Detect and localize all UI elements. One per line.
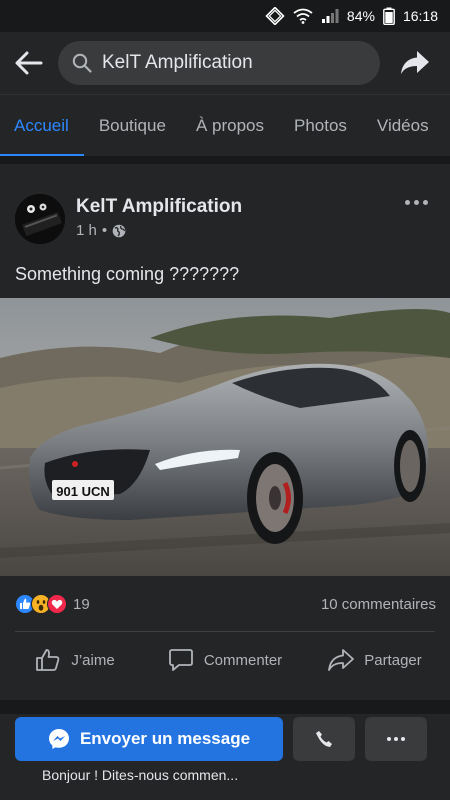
clock: 16:18	[402, 8, 438, 24]
amplifier-logo	[15, 194, 65, 244]
divider	[0, 700, 450, 714]
call-button[interactable]	[293, 717, 355, 761]
comments-count[interactable]: 10 commentaires	[321, 596, 436, 613]
post-meta: 1 h •	[76, 222, 126, 239]
back-button[interactable]	[0, 32, 58, 94]
thumbs-up-icon	[36, 649, 60, 671]
wifi-icon	[293, 8, 313, 24]
share-button[interactable]: Partager	[300, 634, 450, 686]
post-time[interactable]: 1 h	[76, 222, 97, 239]
love-reaction-icon	[47, 594, 67, 614]
search-input[interactable]: KelT Amplification	[58, 41, 380, 85]
more-options-button[interactable]	[365, 717, 427, 761]
contact-bar: Envoyer un message Bonjour ! Dites-nous …	[0, 714, 450, 800]
phone-icon	[316, 731, 332, 747]
share-label: Partager	[364, 651, 422, 669]
post-card: KelT Amplification 1 h • Something comin…	[0, 164, 450, 700]
post-image[interactable]: 901 UCN	[0, 298, 450, 576]
tab-a-propos[interactable]: À propos	[196, 95, 264, 157]
post-actions: J’aime Commenter Partager	[0, 634, 450, 686]
divider	[0, 156, 450, 164]
top-bar: KelT Amplification	[0, 32, 450, 94]
battery-level: 84%	[346, 8, 375, 24]
tab-accueil[interactable]: Accueil	[0, 95, 84, 157]
like-label: J’aime	[71, 651, 115, 669]
post-options-button[interactable]	[405, 200, 428, 205]
dot-separator: •	[101, 222, 108, 239]
page-tabs: Accueil Boutique À propos Photos Vidéos	[0, 94, 450, 157]
message-hint[interactable]: Bonjour ! Dites-nous commen...	[42, 767, 238, 783]
arrow-left-icon	[15, 51, 43, 75]
tab-boutique[interactable]: Boutique	[99, 95, 166, 157]
reactions-summary[interactable]: 19	[15, 594, 90, 614]
share-page-button[interactable]	[380, 32, 450, 94]
like-button[interactable]: J’aime	[0, 634, 150, 686]
messenger-icon	[48, 729, 69, 749]
send-message-button[interactable]: Envoyer un message	[15, 717, 283, 761]
signal-icon	[321, 9, 339, 23]
avatar[interactable]	[15, 194, 65, 244]
share-icon	[328, 649, 355, 671]
tab-photos[interactable]: Photos	[294, 95, 347, 157]
status-bar: 84% 16:18	[0, 0, 450, 32]
comment-button[interactable]: Commenter	[150, 634, 300, 686]
license-plate: 901 UCN	[56, 484, 109, 499]
sync-icon	[265, 7, 285, 25]
battery-icon	[383, 7, 395, 25]
sports-car-photo: 901 UCN	[0, 298, 450, 576]
search-icon	[72, 53, 92, 73]
globe-icon	[112, 224, 126, 237]
search-text: KelT Amplification	[102, 52, 253, 73]
divider	[15, 631, 435, 632]
send-message-label: Envoyer un message	[79, 729, 251, 748]
reaction-count: 19	[73, 595, 90, 613]
share-arrow-icon	[401, 51, 429, 74]
post-text: Something coming ???????	[15, 264, 240, 284]
tab-videos[interactable]: Vidéos	[377, 95, 429, 157]
comment-icon	[168, 649, 193, 671]
comment-label: Commenter	[203, 651, 283, 669]
post-author[interactable]: KelT Amplification	[76, 196, 242, 218]
